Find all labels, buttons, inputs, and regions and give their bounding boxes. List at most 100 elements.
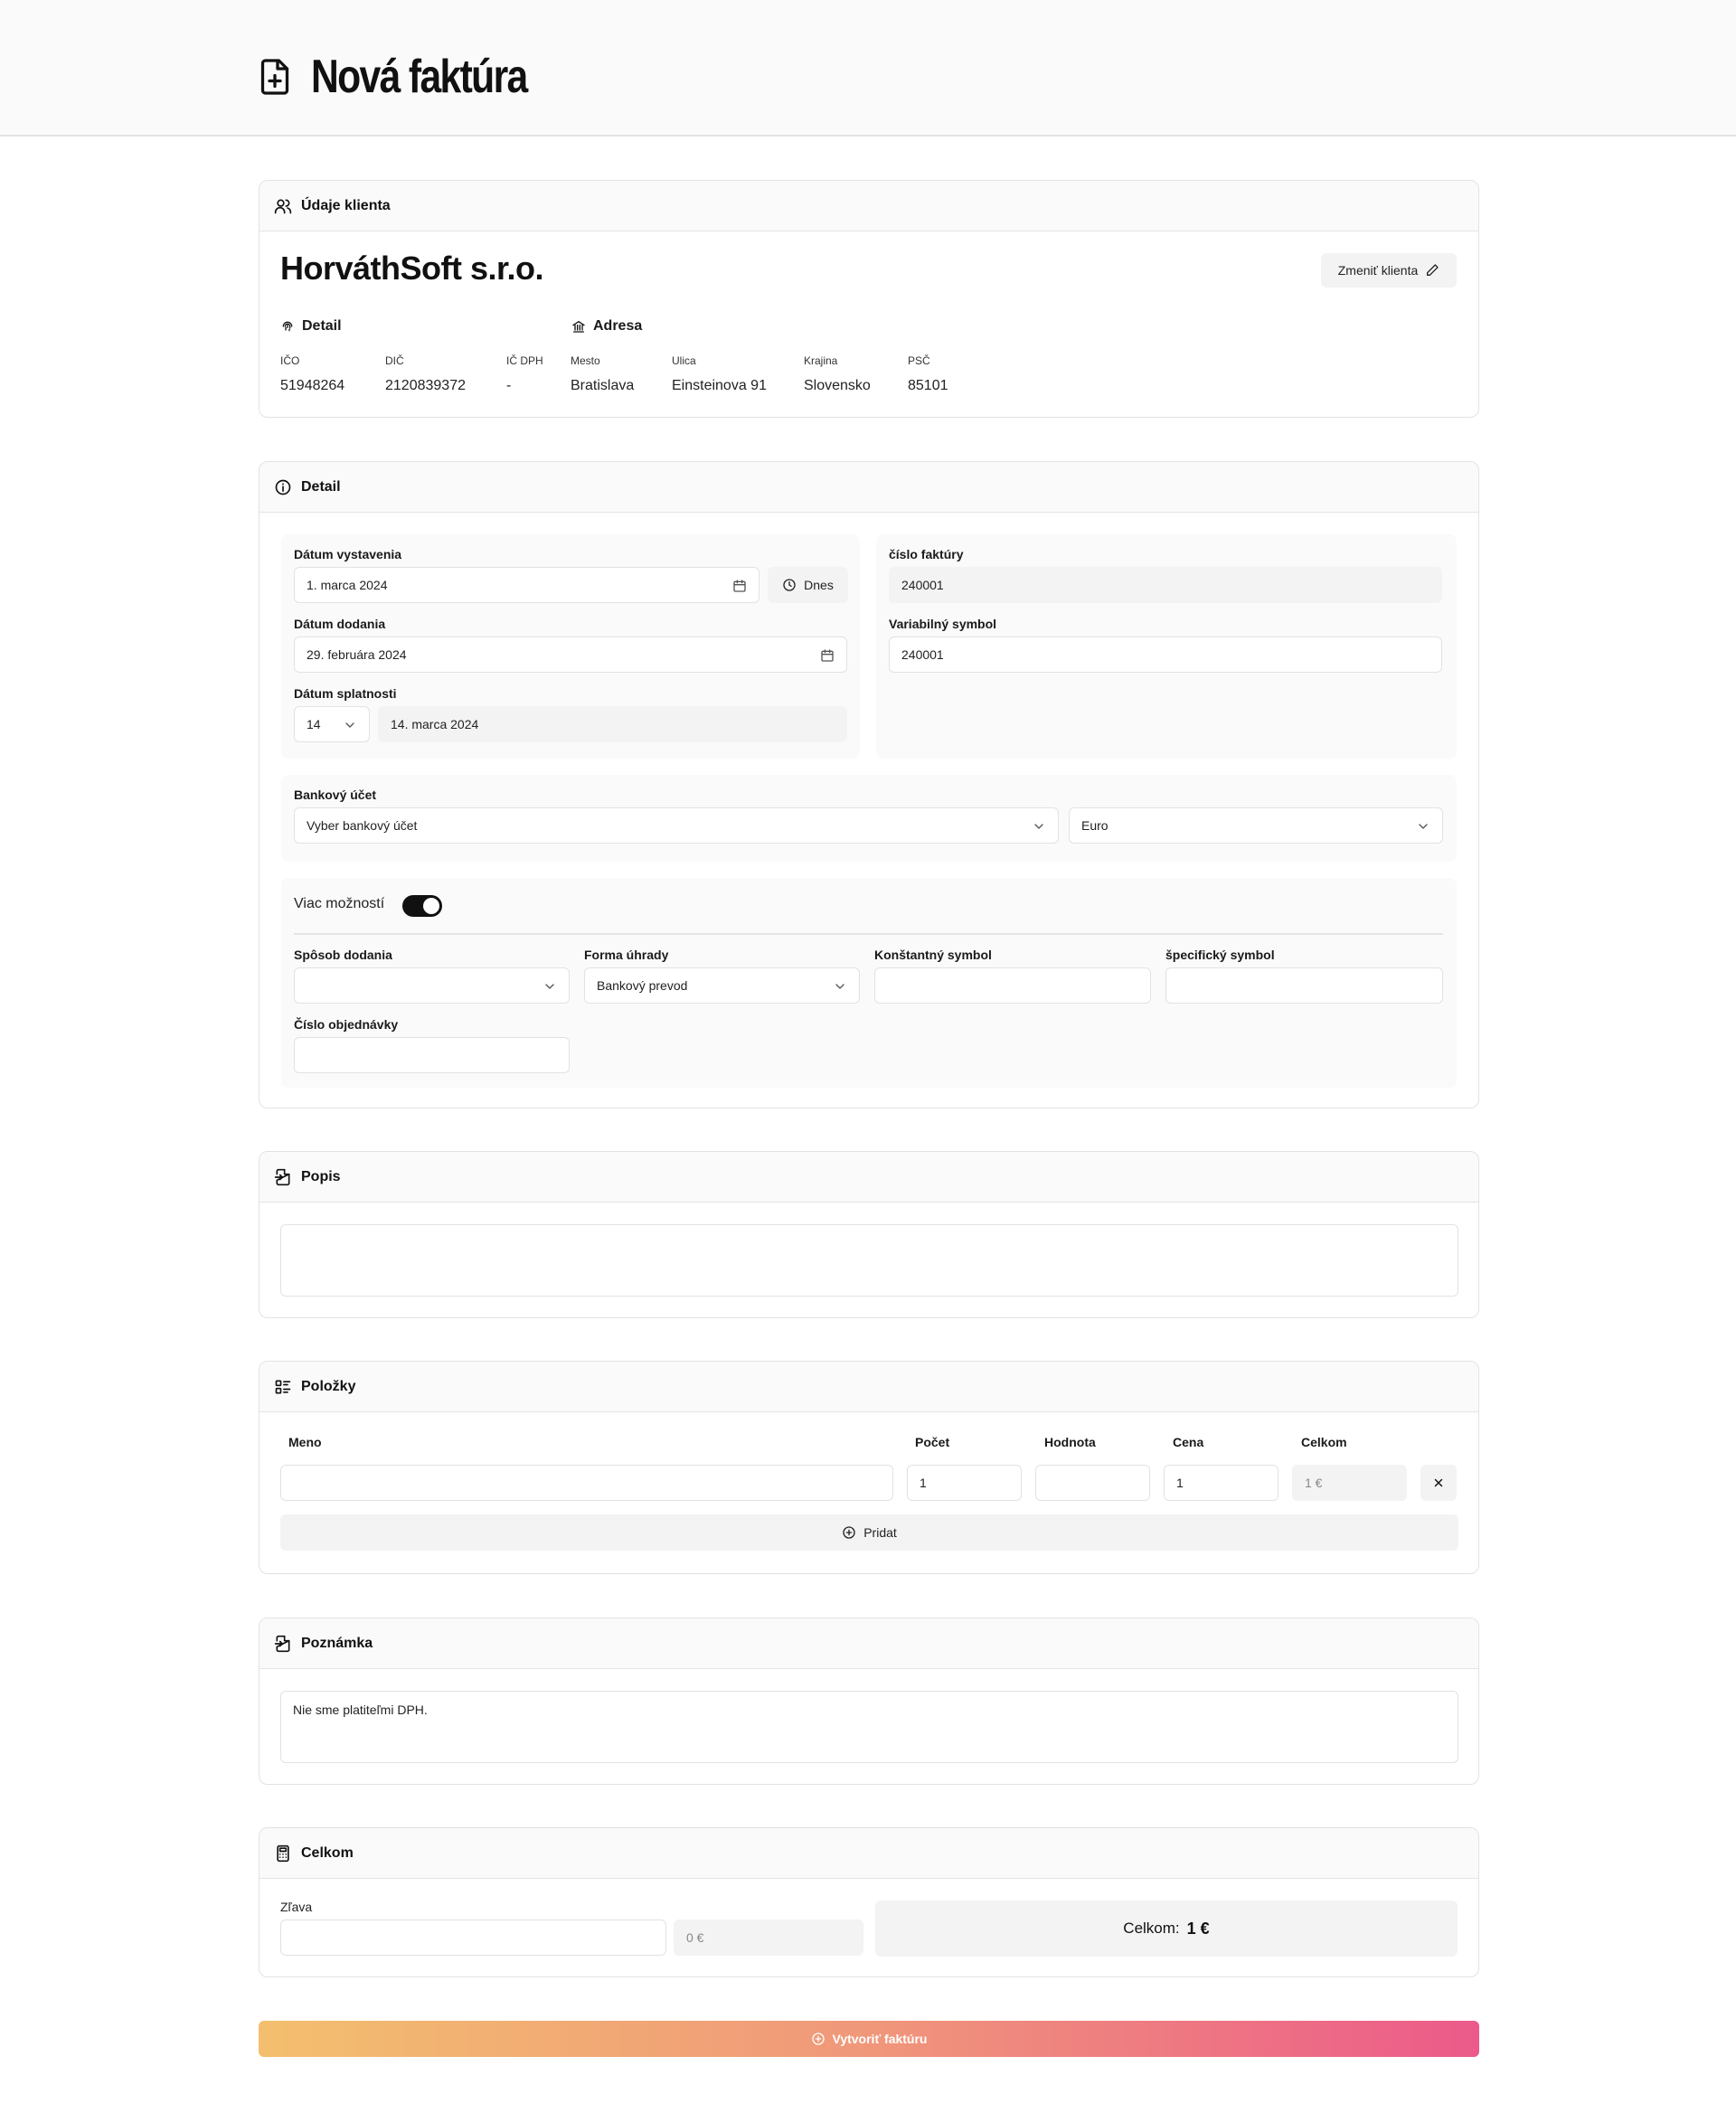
delivery-date-value: 29. februára 2024 <box>307 647 407 662</box>
item-count-input[interactable]: 1 <box>907 1465 1022 1501</box>
client-detail-heading-text: Detail <box>302 318 342 334</box>
total-card-title: Celkom <box>301 1844 354 1861</box>
item-total-value: 1 € <box>1305 1476 1323 1490</box>
delivery-date-label: Dátum dodania <box>294 617 386 631</box>
specific-symbol-input[interactable] <box>1165 967 1443 1004</box>
note-value: Nie sme platiteľmi DPH. <box>293 1703 428 1717</box>
today-label: Dnes <box>804 578 834 592</box>
chevron-down-icon <box>545 984 554 989</box>
discount-amount-value: 0 € <box>686 1930 704 1945</box>
client-card-header: Údaje klienta <box>259 181 1478 231</box>
discount-input[interactable] <box>280 1920 666 1956</box>
more-options-toggle[interactable] <box>402 895 442 917</box>
add-item-button[interactable]: Pridat <box>280 1514 1458 1551</box>
items-card-header: Položky <box>259 1362 1478 1412</box>
client-name: HorváthSoft s.r.o. <box>280 250 544 287</box>
total-card: Celkom Zľava 0 € Celkom: 1 € <box>259 1827 1479 1977</box>
file-import-icon <box>274 1635 290 1652</box>
item-total-input: 1 € <box>1292 1465 1407 1501</box>
list-details-icon <box>275 1380 291 1393</box>
col-total-header: Celkom <box>1301 1435 1347 1449</box>
zip-value: 85101 <box>908 378 948 393</box>
today-button[interactable]: Dnes <box>768 567 848 603</box>
create-invoice-button[interactable]: Vytvoriť faktúru <box>259 2021 1479 2057</box>
variable-symbol-value: 240001 <box>901 647 944 662</box>
users-icon <box>274 199 292 213</box>
currency-select[interactable]: Euro <box>1069 807 1443 844</box>
item-name-input[interactable] <box>280 1465 893 1501</box>
variable-symbol-label: Variabilný symbol <box>889 617 997 631</box>
page-title-text: Nová faktúra <box>311 51 528 103</box>
divider <box>294 933 1443 935</box>
item-price-input[interactable]: 1 <box>1164 1465 1278 1501</box>
ico-label: IČO <box>280 354 300 367</box>
description-textarea[interactable] <box>280 1224 1458 1297</box>
item-unit-input[interactable] <box>1035 1465 1150 1501</box>
create-invoice-label: Vytvoriť faktúru <box>832 2032 928 2046</box>
note-textarea[interactable]: Nie sme platiteľmi DPH. <box>280 1691 1458 1763</box>
delivery-method-select[interactable] <box>294 967 570 1004</box>
issue-date-input[interactable]: 1. marca 2024 <box>294 567 760 603</box>
issue-date-label: Dátum vystavenia <box>294 547 402 561</box>
discount-label: Zľava <box>280 1900 313 1914</box>
description-card: Popis <box>259 1151 1479 1318</box>
grand-total-box: Celkom: 1 € <box>875 1901 1458 1957</box>
chevron-down-icon <box>1419 824 1428 829</box>
change-client-button[interactable]: Zmeniť klienta <box>1321 253 1457 288</box>
order-number-input[interactable] <box>294 1037 570 1073</box>
dic-label: DIČ <box>385 354 404 367</box>
city-label: Mesto <box>571 354 600 367</box>
page-title: Nová faktúra <box>259 47 574 107</box>
grand-total-label: Celkom: <box>1123 1920 1180 1937</box>
file-plus-icon <box>260 59 289 95</box>
grand-total-value: 1 € <box>1186 1919 1210 1938</box>
remove-item-button[interactable] <box>1420 1465 1457 1501</box>
dic-value: 2120839372 <box>385 378 466 393</box>
bank-account-select[interactable]: Vyber bankový účet <box>294 807 1059 844</box>
variable-symbol-input[interactable]: 240001 <box>889 637 1442 673</box>
plus-circle-icon <box>811 2033 825 2045</box>
bank-account-label: Bankový účet <box>294 788 377 802</box>
item-count-value: 1 <box>920 1476 927 1490</box>
specific-symbol-label: špecifický symbol <box>1165 948 1275 962</box>
delivery-date-input[interactable]: 29. februára 2024 <box>294 637 847 673</box>
payment-form-select[interactable]: Bankový prevod <box>584 967 860 1004</box>
icdph-value: - <box>506 378 512 393</box>
due-days-select[interactable]: 14 <box>294 706 370 742</box>
chevron-down-icon <box>345 722 354 728</box>
calculator-icon <box>277 1844 289 1862</box>
items-card: Položky Meno Počet Hodnota Cena Celkom 1… <box>259 1361 1479 1574</box>
note-card: Poznámka Nie sme platiteľmi DPH. <box>259 1618 1479 1785</box>
file-import-icon <box>274 1168 290 1185</box>
description-card-title: Popis <box>301 1168 341 1184</box>
constant-symbol-label: Konštantný symbol <box>874 948 992 962</box>
detail-card-title: Detail <box>301 478 341 495</box>
zip-label: PSČ <box>908 354 930 367</box>
client-address-heading: Adresa <box>571 318 642 335</box>
street-value: Einsteinova 91 <box>672 378 767 393</box>
due-date-label: Dátum splatnosti <box>294 686 397 701</box>
due-date-value: 14. marca 2024 <box>391 717 479 731</box>
description-card-header: Popis <box>259 1152 1478 1203</box>
payment-form-value: Bankový prevod <box>597 978 688 993</box>
col-count-header: Počet <box>915 1435 950 1449</box>
payment-form-label: Forma úhrady <box>584 948 669 962</box>
total-card-header: Celkom <box>259 1828 1478 1879</box>
issue-date-value: 1. marca 2024 <box>307 578 388 592</box>
more-options-label: Viac možností <box>294 896 385 911</box>
close-icon <box>1434 1478 1443 1487</box>
note-card-title: Poznámka <box>301 1635 373 1651</box>
country-label: Krajina <box>804 354 838 367</box>
invoice-number-input: 240001 <box>889 567 1442 603</box>
clock-icon <box>783 579 796 591</box>
currency-value: Euro <box>1081 818 1109 833</box>
country-value: Slovensko <box>804 378 871 393</box>
constant-symbol-input[interactable] <box>874 967 1151 1004</box>
chevron-down-icon <box>1034 824 1043 829</box>
discount-amount: 0 € <box>674 1920 863 1956</box>
client-card: Údaje klienta HorváthSoft s.r.o. Zmeniť … <box>259 180 1479 418</box>
client-detail-heading: Detail <box>280 318 342 335</box>
detail-card: Detail Dátum vystavenia 1. marca 2024 Dn… <box>259 461 1479 1108</box>
street-label: Ulica <box>672 354 696 367</box>
invoice-number-label: číslo faktúry <box>889 547 964 561</box>
